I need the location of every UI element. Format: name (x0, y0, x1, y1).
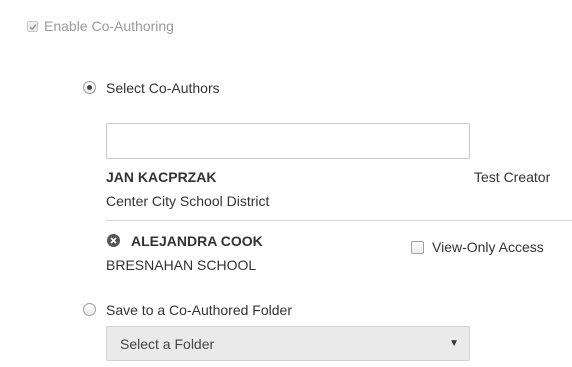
view-only-access-label[interactable]: View-Only Access (432, 237, 544, 257)
coauthor-search-input[interactable] (106, 123, 470, 159)
select-coauthors-radio[interactable] (83, 81, 96, 94)
coauthor-name: ALEJANDRA COOK (131, 233, 263, 249)
select-coauthors-label[interactable]: Select Co-Authors (106, 78, 220, 98)
checkmark-icon (29, 24, 37, 31)
remove-coauthor-icon[interactable] (107, 234, 120, 247)
coauthor-organization: Center City School District (106, 193, 270, 209)
coauthored-folder-label[interactable]: Save to a Co-Authored Folder (106, 300, 292, 320)
dropdown-arrow-icon: ▼ (449, 338, 459, 349)
coauthor-divider (106, 220, 572, 221)
enable-coauthoring-checkbox (27, 21, 38, 32)
enable-coauthoring-label: Enable Co-Authoring (44, 18, 174, 34)
folder-select-value: Select a Folder (120, 336, 215, 352)
coauthor-organization: BRESNAHAN SCHOOL (106, 257, 257, 273)
coauthor-name: JAN KACPRZAK (106, 169, 217, 185)
folder-select[interactable]: Select a Folder ▼ (106, 326, 470, 361)
close-icon (110, 237, 117, 244)
view-only-access-checkbox[interactable] (411, 241, 424, 254)
coauthor-role: Test Creator (474, 169, 551, 185)
coauthored-folder-radio[interactable] (83, 303, 96, 316)
